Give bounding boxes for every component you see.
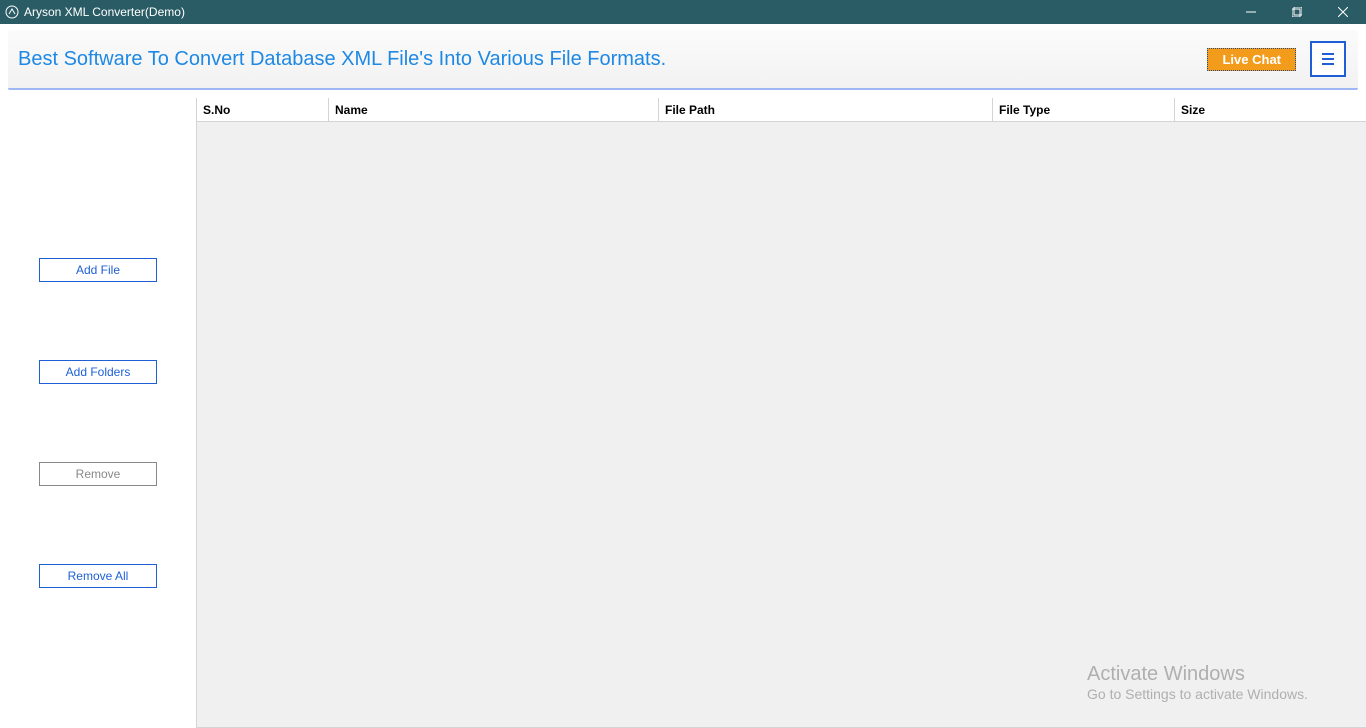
close-button[interactable] <box>1320 0 1366 24</box>
column-header-sno[interactable]: S.No <box>197 98 329 121</box>
column-header-size[interactable]: Size <box>1175 98 1366 121</box>
add-folders-button[interactable]: Add Folders <box>39 360 157 384</box>
column-header-type[interactable]: File Type <box>993 98 1175 121</box>
app-icon <box>4 4 20 20</box>
live-chat-button[interactable]: Live Chat <box>1207 48 1296 71</box>
titlebar: Aryson XML Converter(Demo) <box>0 0 1366 24</box>
remove-all-button[interactable]: Remove All <box>39 564 157 588</box>
column-header-name[interactable]: Name <box>329 98 659 121</box>
menu-button[interactable] <box>1310 41 1346 77</box>
app-title: Aryson XML Converter(Demo) <box>24 5 185 19</box>
window-controls <box>1228 0 1366 24</box>
header-banner: Best Software To Convert Database XML Fi… <box>8 30 1358 90</box>
table-body[interactable] <box>197 122 1366 728</box>
remove-button[interactable]: Remove <box>39 462 157 486</box>
sidebar: Add File Add Folders Remove Remove All <box>0 98 196 728</box>
column-header-path[interactable]: File Path <box>659 98 993 121</box>
hamburger-icon <box>1320 52 1336 66</box>
minimize-button[interactable] <box>1228 0 1274 24</box>
maximize-button[interactable] <box>1274 0 1320 24</box>
headline: Best Software To Convert Database XML Fi… <box>18 48 666 71</box>
content-area: Add File Add Folders Remove Remove All S… <box>0 94 1366 728</box>
add-file-button[interactable]: Add File <box>39 258 157 282</box>
file-table: S.No Name File Path File Type Size <box>196 98 1366 728</box>
table-header: S.No Name File Path File Type Size <box>197 98 1366 122</box>
